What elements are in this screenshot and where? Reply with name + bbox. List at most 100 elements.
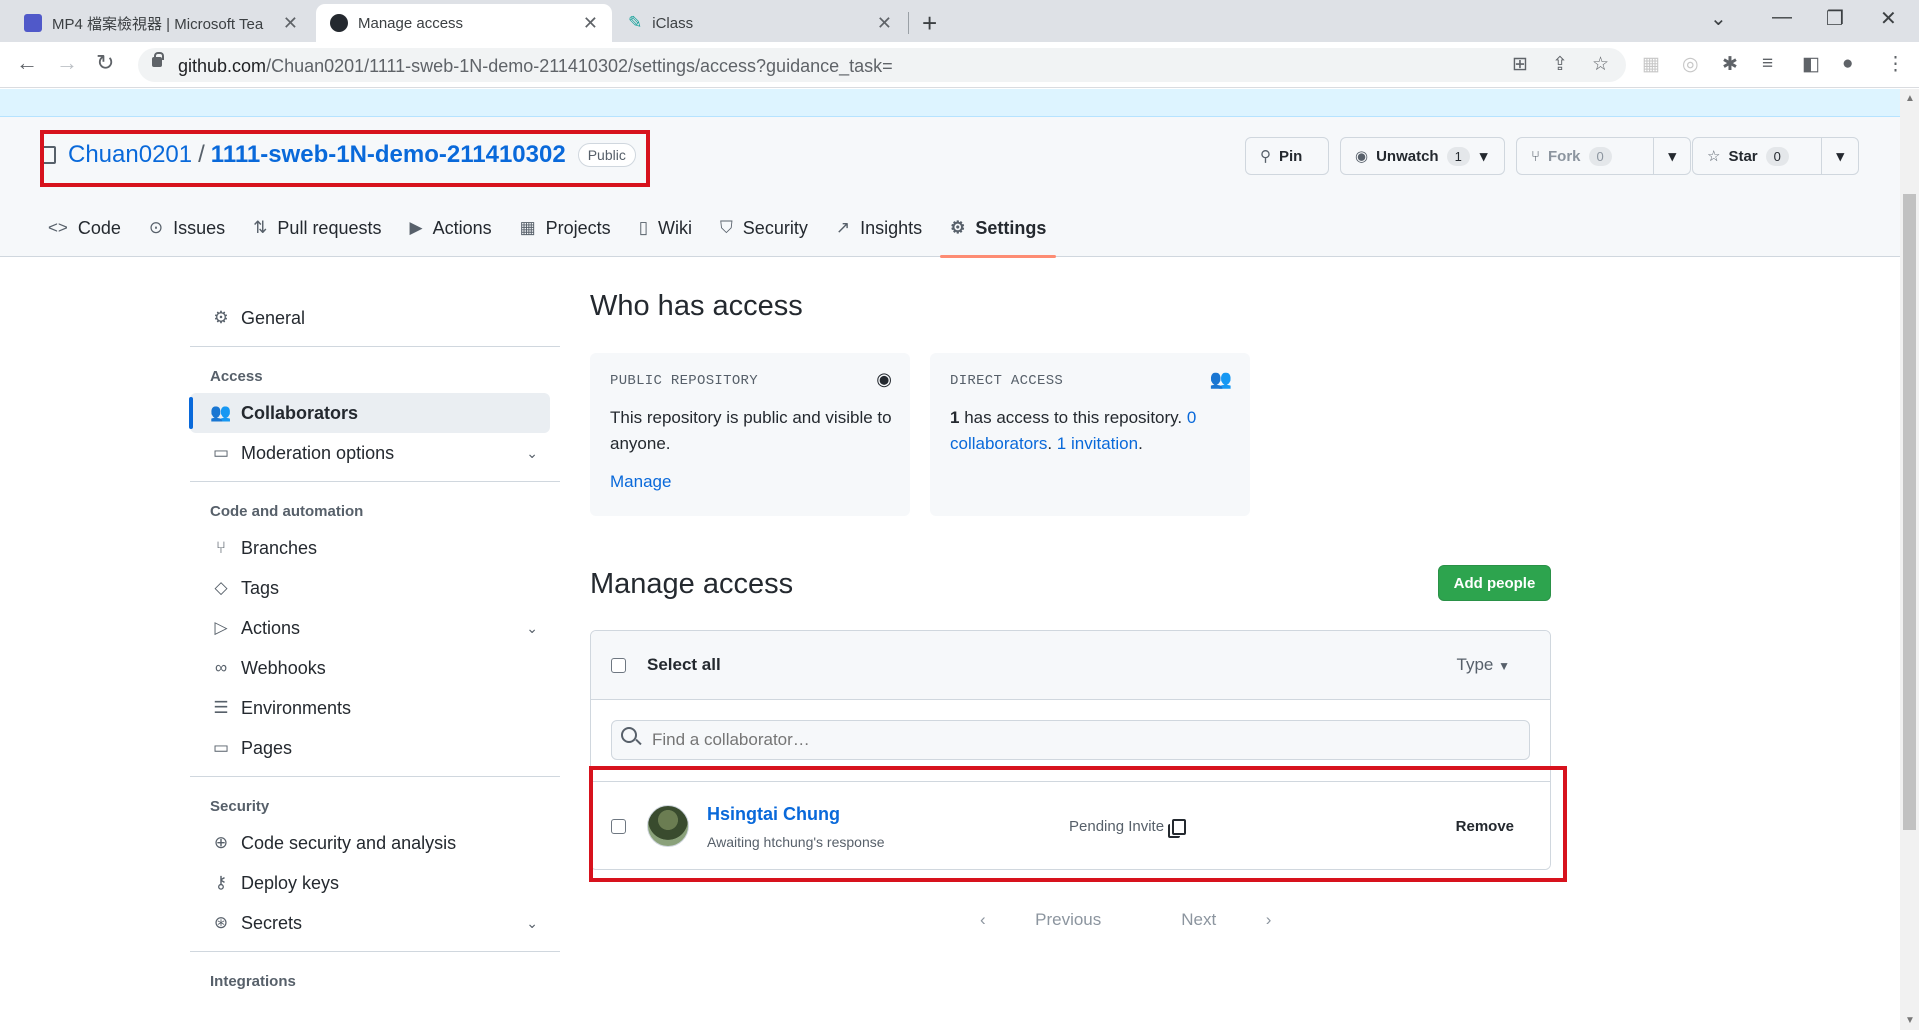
- tab-security[interactable]: ⛉ Security: [720, 199, 808, 257]
- info-banner: [0, 89, 1900, 117]
- side-panel-icon[interactable]: ◧: [1802, 53, 1820, 76]
- window-close-icon[interactable]: ✕: [1880, 6, 1897, 31]
- puzzle-icon[interactable]: ✱: [1722, 53, 1738, 76]
- tab-iclass[interactable]: ✎ iClass ✕: [614, 4, 906, 42]
- tab-pull-requests[interactable]: ⇅ Pull requests: [253, 199, 381, 257]
- github-icon: [330, 14, 348, 32]
- repo-nav: <> Code ⊙ Issues ⇅ Pull requests ▶ Actions ▦…: [48, 199, 1074, 258]
- sidebar-item-secrets[interactable]: ⊛ Secrets ⌄: [190, 903, 550, 943]
- close-icon[interactable]: ✕: [583, 13, 598, 34]
- webhook-icon: ∞: [214, 658, 228, 677]
- sidebar-item-tags[interactable]: ◇ Tags: [190, 568, 550, 608]
- scroll-thumb[interactable]: [1903, 194, 1916, 830]
- share-icon[interactable]: ⇪: [1552, 53, 1568, 76]
- find-collaborator-input[interactable]: [611, 720, 1530, 760]
- close-icon[interactable]: ✕: [283, 13, 298, 34]
- reload-icon[interactable]: ↻: [96, 50, 114, 76]
- back-icon[interactable]: ←: [16, 50, 38, 76]
- restore-icon[interactable]: ❐: [1826, 6, 1844, 31]
- close-icon[interactable]: ✕: [877, 13, 892, 34]
- sidebar-item-general[interactable]: ⚙ General: [190, 298, 550, 338]
- unwatch-button[interactable]: ◉ Unwatch 1 ▾: [1340, 137, 1505, 175]
- previous-page-button[interactable]: ‹ Previous: [980, 910, 1141, 930]
- tab-teams[interactable]: MP4 檔案檢視器 | Microsoft Tea ✕: [10, 4, 312, 42]
- settings-sidebar: ⚙ General Access 👥 Collaborators ▭ Moderati…: [189, 298, 560, 998]
- sidebar-item-moderation[interactable]: ▭ Moderation options ⌄: [190, 433, 550, 473]
- sidebar-item-collaborators[interactable]: 👥 Collaborators: [189, 393, 550, 433]
- type-filter-dropdown[interactable]: Type ▼: [1457, 655, 1510, 675]
- browser-toolbar: ← → ↻ github.com/Chuan0201/1111-sweb-1N-…: [0, 42, 1919, 88]
- branch-icon: ⑂: [215, 538, 227, 557]
- extension-icon[interactable]: ▦: [1642, 53, 1660, 76]
- sidebar-item-actions[interactable]: ▷ Actions ⌄: [190, 608, 550, 648]
- tab-insights[interactable]: ↗ Insights: [836, 199, 922, 257]
- tab-settings[interactable]: ⚙ Settings: [940, 199, 1057, 258]
- pin-button[interactable]: ⚲ Pin: [1245, 137, 1329, 175]
- divider: [190, 951, 560, 952]
- chevron-down-icon: ⌄: [526, 619, 538, 636]
- minimize-icon[interactable]: —: [1772, 6, 1792, 29]
- sidebar-item-branches[interactable]: ⑂ Branches: [190, 528, 550, 568]
- eye-icon: ◉: [876, 369, 892, 389]
- menu-icon[interactable]: ⋮: [1886, 53, 1905, 76]
- book-icon: ▯: [638, 218, 649, 237]
- sidebar-item-pages[interactable]: ▭ Pages: [190, 728, 550, 768]
- forward-icon[interactable]: →: [56, 50, 78, 76]
- fork-dropdown[interactable]: ▾: [1653, 138, 1690, 174]
- fork-button[interactable]: ⑂ Fork 0 ▾: [1516, 137, 1691, 175]
- browser-tabstrip: MP4 檔案檢視器 | Microsoft Tea ✕ Manage acces…: [0, 0, 1919, 42]
- sidebar-item-code-security[interactable]: ⊕ Code security and analysis: [190, 823, 550, 863]
- media-icon[interactable]: ≡: [1762, 53, 1773, 75]
- star-icon: ☆: [1707, 148, 1721, 165]
- tab-actions[interactable]: ▶ Actions: [409, 199, 491, 257]
- add-people-button[interactable]: Add people: [1438, 565, 1551, 601]
- tab-title: MP4 檔案檢視器 | Microsoft Tea: [52, 15, 264, 33]
- box-text: This repository is public and visible to…: [610, 405, 900, 495]
- select-all-label[interactable]: Select all: [647, 655, 721, 675]
- select-all-checkbox[interactable]: [611, 658, 626, 673]
- scroll-up-icon[interactable]: ▲: [1905, 93, 1915, 104]
- comment-icon: ▭: [212, 443, 230, 462]
- pin-icon: ⚲: [1260, 148, 1271, 165]
- scroll-down-icon[interactable]: ▼: [1905, 1015, 1915, 1026]
- iclass-icon: ✎: [628, 13, 643, 32]
- who-has-access-title: Who has access: [590, 290, 803, 322]
- new-tab-icon[interactable]: +: [922, 8, 937, 39]
- bookmark-star-icon[interactable]: ☆: [1592, 53, 1609, 76]
- star-button[interactable]: ☆ Star 0 ▾: [1692, 137, 1859, 175]
- annotation-highlight-title: [40, 130, 650, 187]
- tab-code[interactable]: <> Code: [48, 199, 121, 257]
- invitation-link[interactable]: 1 invitation: [1057, 434, 1138, 453]
- codescan-icon: ⊕: [213, 833, 229, 852]
- browser-icon: ▭: [212, 738, 230, 757]
- profile-icon[interactable]: ●: [1842, 53, 1853, 75]
- page-scrollbar[interactable]: ▲ ▼: [1900, 89, 1919, 1030]
- sidebar-item-deploy-keys[interactable]: ⚷ Deploy keys: [190, 863, 550, 903]
- people-icon: 👥: [210, 403, 232, 422]
- fork-count: 0: [1588, 146, 1612, 166]
- box-text: 1 has access to this repository. 0 colla…: [950, 408, 1197, 453]
- translate-icon[interactable]: ⊞: [1512, 53, 1528, 76]
- tab-projects[interactable]: ▦ Projects: [520, 199, 611, 257]
- play-icon: ▶: [409, 218, 423, 237]
- tab-manage-access[interactable]: Manage access ✕: [316, 4, 612, 42]
- divider: [190, 481, 560, 482]
- sidebar-item-webhooks[interactable]: ∞ Webhooks: [190, 648, 550, 688]
- manage-link[interactable]: Manage: [610, 469, 671, 495]
- star-dropdown[interactable]: ▾: [1821, 138, 1858, 174]
- address-bar[interactable]: github.com/Chuan0201/1111-sweb-1N-demo-2…: [138, 48, 1626, 82]
- panel-header: Select all Type ▼: [591, 631, 1550, 700]
- table-icon: ▦: [519, 218, 536, 237]
- sidebar-item-environments[interactable]: ☰ Environments: [190, 688, 550, 728]
- next-page-button[interactable]: Next ›: [1181, 910, 1311, 930]
- extension-icon[interactable]: ◎: [1682, 53, 1699, 76]
- tab-wiki[interactable]: ▯ Wiki: [639, 199, 692, 257]
- chevron-down-icon: ⌄: [526, 444, 538, 461]
- sidebar-heading-access: Access: [210, 368, 263, 385]
- tab-title: Manage access: [358, 14, 464, 32]
- play-icon: ▷: [214, 618, 228, 637]
- url-text: github.com/Chuan0201/1111-sweb-1N-demo-2…: [178, 56, 893, 76]
- eye-icon: ◉: [1355, 148, 1369, 165]
- tab-issues[interactable]: ⊙ Issues: [149, 199, 225, 257]
- tab-search-icon[interactable]: ⌄: [1710, 6, 1727, 31]
